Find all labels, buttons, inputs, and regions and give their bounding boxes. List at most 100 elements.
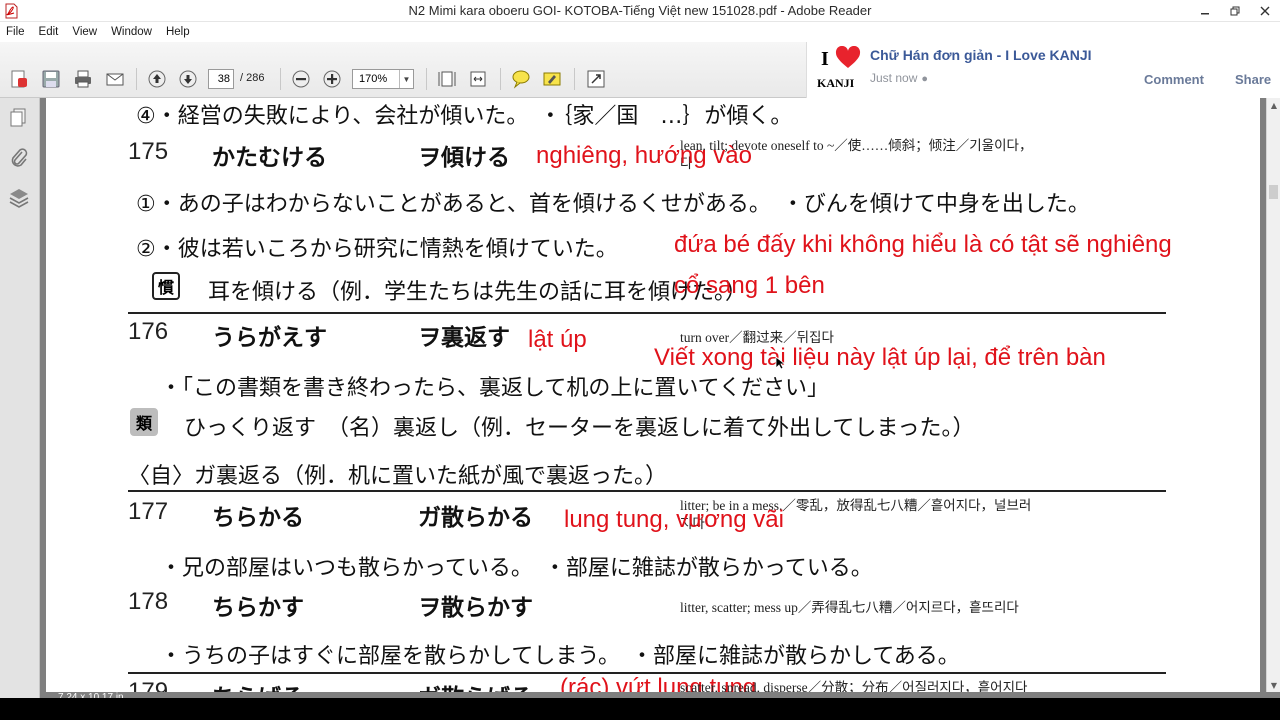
entry-gloss: scatter, spread, disperse／分散；分布／어질러지다，흩어… (680, 680, 1028, 692)
vietnamese-translation: đứa bé đấy khi không hiểu là có tật sẽ n… (674, 231, 1172, 258)
i-love-kanji-logo: I KANJI (813, 44, 865, 94)
menu-edit[interactable]: Edit (39, 26, 59, 38)
globe-icon: ● (921, 73, 929, 85)
scroll-up-arrow-icon[interactable]: ▲ (1267, 98, 1280, 112)
document-view[interactable]: ④・経営の失敗により、会社が傾いた。 ・｛家／国 …｝が傾く。 175 かたむけ… (40, 98, 1266, 692)
menu-file[interactable]: File (6, 26, 25, 38)
fit-page-icon (438, 71, 456, 87)
zoom-out-button[interactable] (290, 68, 312, 90)
full-screen-button[interactable] (585, 68, 607, 90)
window-title: N2 Mimi kara oboeru GOI- KOTOBA-Tiếng Vi… (408, 3, 872, 18)
divider (128, 490, 1166, 492)
toolbar-divider (574, 68, 575, 90)
scroll-down-arrow-icon[interactable]: ▼ (1267, 678, 1280, 692)
letterbox-bar (0, 698, 1280, 720)
menu-view[interactable]: View (72, 26, 97, 38)
toolbar-divider (136, 68, 137, 90)
entry-number: 176 (128, 318, 169, 345)
close-icon (1260, 6, 1270, 16)
synonym-example: ひっくり返す （名）裏返し（例．セーターを裏返しに着て外出してしまった。） (184, 416, 975, 441)
entry-number: 177 (128, 498, 169, 525)
zoom-value: 170% (359, 73, 388, 85)
example-sentence: ・うちの子はすぐに部屋を散らかしてしまう。 ・部屋に雑誌が散らかしてある。 (160, 644, 960, 669)
close-button[interactable] (1250, 0, 1280, 22)
next-page-button[interactable] (177, 68, 199, 90)
restore-icon (1230, 6, 1240, 16)
logo-letter: I (821, 48, 829, 70)
vietnamese-translation: Viết xong tài liệu này lật úp lại, để tr… (654, 344, 1106, 371)
save-button[interactable] (40, 68, 62, 90)
entry-number: 179 (128, 678, 169, 692)
highlight-button[interactable] (541, 68, 563, 90)
speech-bubble-icon (512, 70, 530, 89)
intransitive-example: 〈自〉ガ裏返る（例．机に置いた紙が風で裏返った。） (128, 464, 668, 489)
entry-gloss: litter, scatter; mess up／弄得乱七八糟／어지르다，흩뜨리… (680, 600, 1019, 615)
highlighter-icon (543, 72, 561, 86)
pages-icon[interactable] (7, 106, 31, 130)
comment-link[interactable]: Comment (1144, 72, 1204, 87)
entry-reading: ちらかす (212, 595, 304, 621)
vietnamese-meaning: lật úp (528, 326, 587, 353)
notification-time-text: Just now (870, 71, 918, 85)
example-sentence: ④・経営の失敗により、会社が傾いた。 ・｛家／国 …｝が傾く。 (136, 104, 793, 129)
plus-circle-icon (323, 70, 341, 88)
menu-help[interactable]: Help (166, 26, 190, 38)
scroll-thumb[interactable] (1269, 185, 1278, 199)
entry-reading: うらがえす (212, 325, 327, 351)
arrow-down-icon (179, 70, 197, 88)
save-icon (42, 70, 60, 88)
entry-headword: ヲ傾ける (418, 145, 510, 171)
comment-button[interactable] (510, 68, 532, 90)
entry-reading: ちらばる (212, 678, 304, 692)
entry-headword: ヲ散らかす (418, 595, 533, 621)
previous-page-button[interactable] (146, 68, 168, 90)
toolbar-divider (280, 68, 281, 90)
example-sentence: ②・彼は若いころから研究に情熱を傾けていた。 (136, 237, 618, 262)
vietnamese-meaning: nghiêng, hướng vào (536, 142, 752, 169)
entry-headword: ヲ裏返す (418, 325, 510, 351)
chevron-down-icon[interactable]: ▼ (399, 70, 413, 88)
share-link[interactable]: Share (1235, 72, 1271, 87)
pdf-page: ④・経営の失敗により、会社が傾いた。 ・｛家／国 …｝が傾く。 175 かたむけ… (46, 98, 1260, 692)
entry-number: 175 (128, 138, 169, 165)
fit-width-button[interactable] (467, 68, 489, 90)
entry-gloss: turn over／翻过来／뒤집다 (680, 330, 834, 345)
divider (128, 312, 1166, 314)
vietnamese-translation: cổ sang 1 bên (674, 272, 825, 299)
email-button[interactable] (104, 68, 126, 90)
heart-icon (835, 46, 861, 68)
title-bar: N2 Mimi kara oboeru GOI- KOTOBA-Tiếng Vi… (0, 0, 1280, 22)
notification-time: Just now ● (870, 71, 928, 85)
vertical-scrollbar[interactable]: ▲ ▼ (1266, 98, 1280, 692)
idiom-badge: 慣 (152, 272, 180, 300)
create-pdf-button[interactable] (8, 68, 30, 90)
facebook-notification[interactable]: I KANJI Chữ Hán đơn giản - I Love KANJI … (806, 42, 1280, 98)
restore-button[interactable] (1220, 0, 1250, 22)
print-button[interactable] (72, 68, 94, 90)
print-icon (75, 70, 91, 88)
example-sentence: ①・あの子はわからないことがあると、首を傾けるくせがある。 ・びんを傾けて中身を… (136, 192, 1090, 217)
minus-circle-icon (292, 70, 310, 88)
layers-icon[interactable] (7, 186, 31, 210)
toolbar-divider (500, 68, 501, 90)
fit-width-icon (470, 71, 486, 87)
logo-text: KANJI (817, 76, 855, 90)
zoom-in-button[interactable] (321, 68, 343, 90)
entry-number: 178 (128, 588, 169, 615)
notification-page-name[interactable]: Chữ Hán đơn giản - I Love KANJI (870, 47, 1092, 63)
entry-headword: ガ散らばる (418, 678, 533, 692)
page-number-input[interactable]: 38 (208, 69, 234, 89)
menu-window[interactable]: Window (111, 26, 152, 38)
paperclip-icon[interactable] (7, 146, 31, 170)
navigation-panel (0, 98, 40, 698)
vietnamese-meaning: lung tung, vương vãi (564, 506, 784, 533)
entry-headword: ガ散らかる (418, 505, 533, 531)
page-total: / 286 (240, 72, 265, 84)
idiom-example: 耳を傾ける（例．学生たちは先生の話に耳を傾けた。） (208, 280, 748, 305)
fit-page-button[interactable] (436, 68, 458, 90)
minimize-button[interactable] (1190, 0, 1220, 22)
create-pdf-icon (11, 70, 27, 88)
zoom-select[interactable]: 170% ▼ (352, 69, 414, 89)
menu-bar: File Edit View Window Help (0, 22, 820, 42)
synonym-badge: 類 (130, 408, 158, 436)
